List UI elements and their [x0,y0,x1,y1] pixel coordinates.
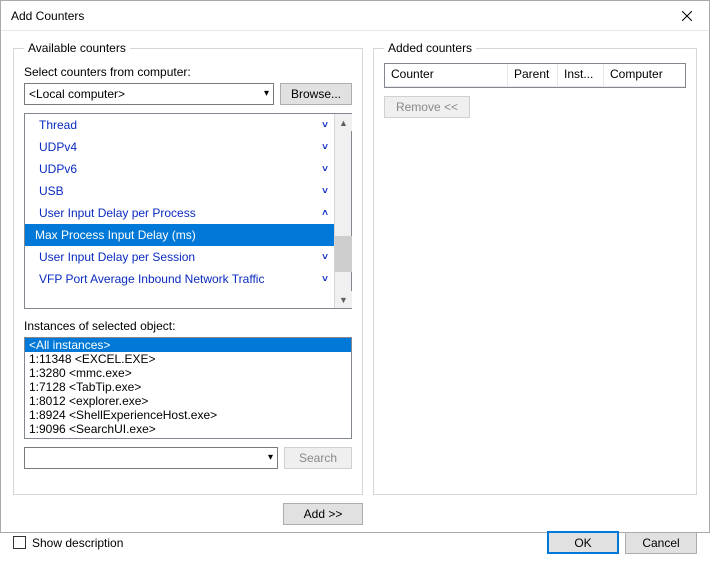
browse-button[interactable]: Browse... [280,83,352,105]
computer-combo[interactable]: <Local computer> ▾ [24,83,274,105]
window-title: Add Counters [11,9,664,23]
instance-row[interactable]: <All instances> [25,338,351,352]
counter-row[interactable]: Max Process Input Delay (ms) [25,224,334,246]
close-button[interactable] [664,1,709,31]
added-counters-legend: Added counters [384,41,476,55]
ok-button[interactable]: OK [547,531,619,554]
instance-row[interactable]: 1:11348 <EXCEL.EXE> [25,352,351,366]
remove-button[interactable]: Remove << [384,96,470,118]
chevron-up-icon: ˄ [322,208,328,219]
counter-label: Max Process Input Delay (ms) [35,228,196,242]
counter-label: User Input Delay per Session [39,250,195,264]
instances-label: Instances of selected object: [24,319,352,333]
added-counters-group: Added counters Counter Parent Inst... Co… [373,41,697,495]
add-button[interactable]: Add >> [283,503,363,525]
counter-label: VFP Port Average Inbound Network Traffic [39,272,264,286]
scroll-thumb[interactable] [335,236,352,272]
counter-label: Thread [39,118,77,132]
counter-row[interactable]: User Input Delay per Process ˄ [25,202,334,224]
counter-label: UDPv6 [39,162,77,176]
col-instance[interactable]: Inst... [558,64,604,86]
counter-label: User Input Delay per Process [39,206,196,220]
show-description-label: Show description [32,536,123,550]
show-description-checkbox[interactable] [13,536,26,549]
search-button[interactable]: Search [284,447,352,469]
instance-search-combo[interactable]: ▾ [24,447,278,469]
counter-list[interactable]: Thread˅UDPv4˅UDPv6˅USB˅User Input Delay … [24,113,352,309]
added-counters-table[interactable]: Counter Parent Inst... Computer [384,63,686,88]
chevron-down-icon: ˅ [322,252,328,263]
select-computer-label: Select counters from computer: [24,65,352,79]
scroll-up-icon[interactable]: ▲ [335,114,352,131]
add-counters-dialog: Add Counters Available counters Select c… [0,0,710,533]
available-counters-legend: Available counters [24,41,130,55]
instance-row[interactable]: 1:8012 <explorer.exe> [25,394,351,408]
scroll-down-icon[interactable]: ▼ [335,291,352,308]
table-header-row: Counter Parent Inst... Computer [385,64,685,87]
chevron-down-icon: ˅ [322,186,328,197]
chevron-down-icon: ˅ [322,120,328,131]
instance-row[interactable]: 1:9096 <SearchUI.exe> [25,422,351,436]
close-icon [682,11,692,21]
counter-list-scrollbar[interactable]: ▲ ▼ [334,114,351,308]
counter-row[interactable]: UDPv6 ˅ [25,158,334,180]
chevron-down-icon: ˅ [322,164,328,175]
col-computer[interactable]: Computer [604,64,685,86]
chevron-down-icon: ▾ [264,89,269,99]
counter-label: UDPv4 [39,140,77,154]
computer-combo-value: <Local computer> [29,87,125,101]
counter-row[interactable]: Thread ˅ [25,114,334,136]
dialog-footer: Show description OK Cancel [1,531,709,564]
counter-row[interactable]: USB ˅ [25,180,334,202]
instances-list[interactable]: <All instances>1:11348 <EXCEL.EXE>1:3280… [24,337,352,439]
counter-label: USB [39,184,64,198]
available-counters-group: Available counters Select counters from … [13,41,363,495]
instance-row[interactable]: 1:7128 <TabTip.exe> [25,380,351,394]
instance-row[interactable]: 1:8924 <ShellExperienceHost.exe> [25,408,351,422]
counter-row[interactable]: VFP Port Average Inbound Network Traffic… [25,268,334,290]
chevron-down-icon: ▾ [268,453,273,463]
col-parent[interactable]: Parent [508,64,558,86]
counter-row[interactable]: UDPv4 ˅ [25,136,334,158]
instance-row[interactable]: 1:3280 <mmc.exe> [25,366,351,380]
col-counter[interactable]: Counter [385,64,508,86]
titlebar: Add Counters [1,1,709,31]
chevron-down-icon: ˅ [322,274,328,285]
counter-row[interactable]: User Input Delay per Session ˅ [25,246,334,268]
cancel-button[interactable]: Cancel [625,532,697,554]
chevron-down-icon: ˅ [322,142,328,153]
